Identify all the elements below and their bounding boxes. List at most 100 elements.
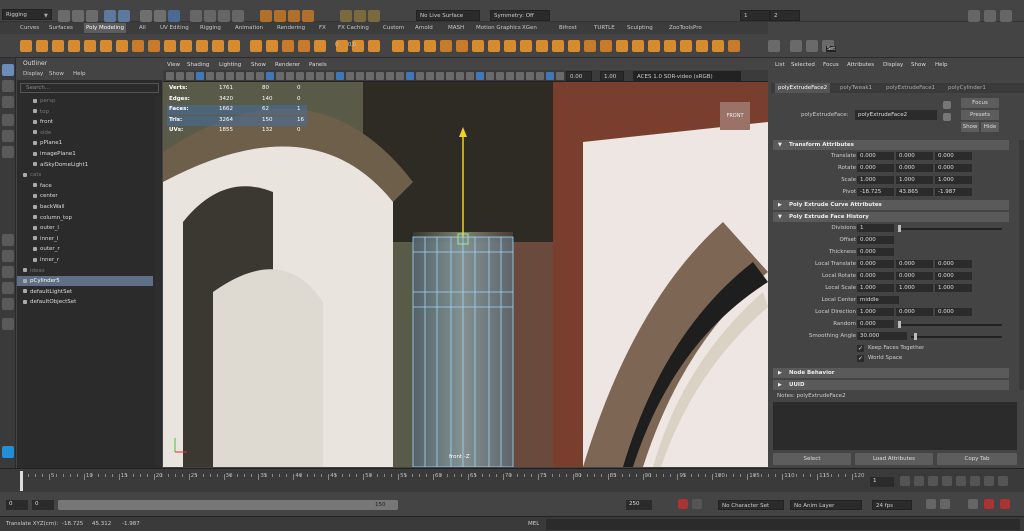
script-language[interactable]: MEL <box>528 521 539 527</box>
stop-record-icon[interactable] <box>1000 499 1010 509</box>
viewport-tool-icon[interactable] <box>226 72 234 80</box>
smoothing-slider-handle[interactable] <box>914 333 917 340</box>
viewport-tool-icon[interactable] <box>276 72 284 80</box>
snap-view-icon[interactable] <box>302 10 314 22</box>
shelf-tool-icon[interactable] <box>282 40 294 52</box>
anim-prefs-icon[interactable] <box>968 499 978 509</box>
attr-value-field[interactable]: 1.000 <box>857 176 894 184</box>
shelf-tab-uv-editing[interactable]: UV Editing <box>158 23 191 33</box>
step-forward-icon[interactable] <box>984 476 994 486</box>
scale-tool-icon[interactable] <box>2 146 14 158</box>
attr-value-field[interactable]: 0.000 <box>935 308 972 316</box>
attr-value-field[interactable]: -1.987 <box>935 188 972 196</box>
shelf-tool-icon[interactable] <box>504 40 516 52</box>
mel-script-icon[interactable] <box>2 446 14 458</box>
shelf-tool-icon[interactable] <box>164 40 176 52</box>
exposure-field[interactable]: 0.00 <box>566 71 592 81</box>
outliner-scrollbar[interactable] <box>155 96 161 466</box>
node-name-field[interactable]: polyExtrudeFace2 <box>855 110 937 120</box>
shelf-tab-surfaces[interactable]: Surfaces <box>47 23 75 33</box>
shelf-tool-icon[interactable] <box>84 40 96 52</box>
viewport-tool-icon[interactable] <box>236 72 244 80</box>
attr-value-field[interactable]: 1.000 <box>857 284 894 292</box>
shelf-tool-icon[interactable] <box>552 40 564 52</box>
viewport-tool-icon[interactable] <box>196 72 204 80</box>
shelf-tab-fx[interactable]: FX <box>317 23 328 33</box>
shelf-tab-arnold[interactable]: Arnold <box>413 23 435 33</box>
shelf-tool-icon[interactable] <box>314 40 326 52</box>
viewport-tool-icon[interactable] <box>506 72 514 80</box>
shelf-tool-icon[interactable] <box>616 40 628 52</box>
time-slider[interactable]: 5 10 15 20 25 30 35 40 45 50 55 60 65 70 75 80 85 90 95 100… <box>0 468 1024 492</box>
ipr-render-icon[interactable] <box>354 10 366 22</box>
redo-icon[interactable] <box>118 10 130 22</box>
attr-value-field[interactable]: 0.000 <box>935 164 972 172</box>
viewport-tool-icon[interactable] <box>366 72 374 80</box>
viewport-tool-icon[interactable] <box>436 72 444 80</box>
checkbox[interactable]: ✓ <box>857 345 864 352</box>
outliner-item[interactable]: cats <box>17 170 153 180</box>
outliner-item[interactable]: backWall <box>17 202 153 212</box>
outliner-menu-display[interactable]: Display <box>23 71 43 77</box>
outliner-layout-icon[interactable] <box>2 266 14 278</box>
attr-value-field[interactable]: 1.000 <box>857 308 894 316</box>
outliner-item[interactable]: imagePlane1 <box>17 149 153 159</box>
gamma-field[interactable]: 1.00 <box>600 71 624 81</box>
shelf-tab-zootoolspro[interactable]: ZooToolsPro <box>667 23 704 33</box>
viewport-tool-icon[interactable] <box>516 72 524 80</box>
viewport-3d[interactable]: Verts: 1761 80 0 Edges: 3420 140 0 Faces: 1662 62 1… <box>163 82 768 467</box>
outliner-item[interactable]: persp <box>17 96 153 106</box>
viewport-tool-icon[interactable] <box>166 72 174 80</box>
anim-layer-select[interactable]: No Anim Layer <box>790 500 862 510</box>
shelf-tool-icon[interactable] <box>696 40 708 52</box>
attr-menu-selected[interactable]: Selected <box>791 62 815 68</box>
shelf-tool-icon[interactable] <box>440 40 452 52</box>
shelf-tool-icon[interactable] <box>212 40 224 52</box>
outliner-item[interactable]: defaultLightSet <box>17 287 153 297</box>
viewport-tool-icon[interactable] <box>526 72 534 80</box>
load-attributes-button[interactable]: Load Attributes <box>855 453 933 465</box>
select-tool-icon[interactable] <box>2 64 14 76</box>
outliner-item[interactable]: center <box>17 191 153 201</box>
shelf-tab-rigging[interactable]: Rigging <box>198 23 223 33</box>
attr-value-field[interactable]: 0.000 <box>896 272 933 280</box>
section-uuid[interactable]: ▶ UUID <box>773 380 1009 390</box>
shelf-tab-custom[interactable]: Custom <box>381 23 406 33</box>
select-hierarchy-icon[interactable] <box>140 10 152 22</box>
shelf-tab-sculpting[interactable]: Sculpting <box>625 23 655 33</box>
paint-select-tool-icon[interactable] <box>2 96 14 108</box>
outliner-item[interactable]: inner_l <box>17 234 153 244</box>
viewport-menu-panels[interactable]: Panels <box>309 62 327 68</box>
outliner-item[interactable]: front <box>17 117 153 127</box>
select-edge-icon[interactable] <box>204 10 216 22</box>
attr-scrollbar[interactable] <box>1019 140 1024 390</box>
viewport-tool-icon[interactable] <box>326 72 334 80</box>
save-scene-icon[interactable] <box>86 10 98 22</box>
shelf-tool-icon[interactable] <box>250 40 262 52</box>
fps-select[interactable]: 24 fps <box>872 500 912 510</box>
shelf-tab-fx-caching[interactable]: FX Caching <box>336 23 371 33</box>
viewport-menu-lighting[interactable]: Lighting <box>219 62 241 68</box>
select-object-icon[interactable] <box>154 10 166 22</box>
outliner-item[interactable]: outer_l <box>17 223 153 233</box>
goto-input-icon[interactable] <box>943 101 951 109</box>
modeling-toolkit-icon[interactable] <box>968 10 980 22</box>
shelf-tool-icon[interactable] <box>20 40 32 52</box>
section-history[interactable]: ▼ Poly Extrude Face History <box>773 212 1009 222</box>
key-set-icon[interactable] <box>692 499 702 509</box>
snap-curve-icon[interactable] <box>274 10 286 22</box>
shelf-tool-icon[interactable] <box>132 40 144 52</box>
attr-slider-track[interactable] <box>898 227 1002 230</box>
viewport-tool-icon[interactable] <box>356 72 364 80</box>
viewport-tool-icon[interactable] <box>376 72 384 80</box>
shelf-tool-icon[interactable] <box>52 40 64 52</box>
move-tool-icon[interactable] <box>2 114 14 126</box>
snap-grid-icon[interactable] <box>260 10 272 22</box>
select-face-icon[interactable] <box>218 10 230 22</box>
viewport-tool-icon[interactable] <box>556 72 564 80</box>
outliner-item[interactable]: aiSkyDomeLight1 <box>17 160 153 170</box>
viewport-tool-icon[interactable] <box>256 72 264 80</box>
current-frame-field[interactable]: 1 <box>870 477 894 487</box>
attr-tab-polyextrudeface1[interactable]: polyExtrudeFace1 <box>883 83 938 93</box>
anim-end-field[interactable]: 250 <box>626 500 652 510</box>
